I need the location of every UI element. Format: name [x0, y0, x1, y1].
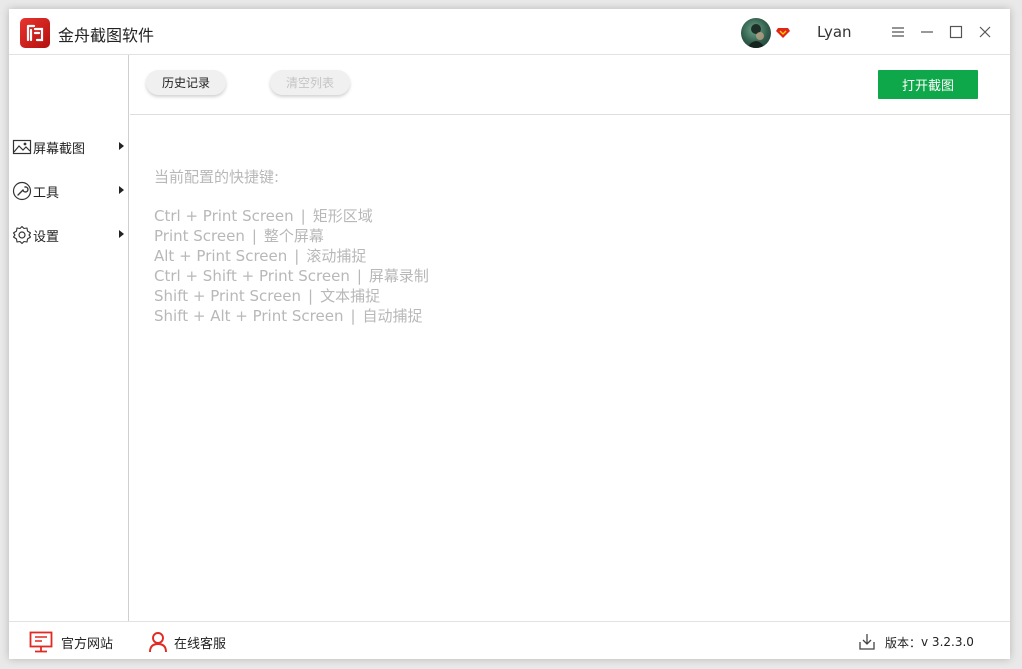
hotkey-action: 滚动捕捉 — [306, 247, 367, 265]
username-label[interactable]: Lyan — [817, 23, 852, 41]
official-website-link[interactable]: 官方网站 — [29, 631, 113, 653]
wrench-icon — [12, 181, 32, 201]
menu-button[interactable] — [886, 20, 910, 44]
sidebar-item-label: 工具 — [33, 186, 60, 201]
sidebar-item-settings[interactable]: 设置 — [9, 219, 129, 249]
hamburger-menu-icon — [892, 27, 904, 37]
version-label: 版本： — [885, 635, 922, 650]
list-item: Print Screen | 整个屏幕 — [154, 226, 429, 246]
chevron-right-icon — [119, 186, 124, 194]
sidebar-item-tools[interactable]: 工具 — [9, 175, 129, 205]
sidebar: 屏幕截图 工具 设置 — [9, 55, 129, 621]
app-window: 金舟截图软件 Lyan 屏幕截图 工具 设置 历史记录 清空列表 打开截图 当前… — [9, 9, 1010, 659]
sidebar-item-label: 屏幕截图 — [33, 142, 86, 157]
list-item: Alt + Print Screen | 滚动捕捉 — [154, 246, 429, 266]
hotkey-action: 文本捕捉 — [320, 287, 381, 305]
hotkey-list: Ctrl + Print Screen | 矩形区域 Print Screen | 整个… — [154, 206, 429, 326]
support-label: 在线客服 — [174, 636, 227, 652]
app-title: 金舟截图软件 — [58, 26, 155, 45]
hotkey-keys: Shift + Alt + Print Screen — [154, 307, 344, 325]
online-support-link[interactable]: 在线客服 — [148, 631, 226, 653]
hotkey-action: 屏幕录制 — [368, 267, 429, 285]
open-screenshot-button[interactable]: 打开截图 — [878, 70, 978, 99]
list-item: Shift + Print Screen | 文本捕捉 — [154, 286, 429, 306]
list-item: Ctrl + Shift + Print Screen | 屏幕录制 — [154, 266, 429, 286]
separator: | — [350, 307, 356, 325]
maximize-button[interactable] — [944, 20, 968, 44]
hotkey-action: 整个屏幕 — [263, 227, 324, 245]
separator: | — [308, 287, 314, 305]
hotkey-keys: Ctrl + Shift + Print Screen — [154, 267, 350, 285]
user-avatar[interactable] — [741, 18, 771, 48]
clear-list-button[interactable]: 清空列表 — [270, 70, 350, 95]
gear-icon — [12, 225, 32, 245]
download-icon — [859, 634, 875, 650]
website-label: 官方网站 — [61, 636, 114, 652]
status-bar: 官方网站 在线客服 版本： v 3.2.3.0 — [9, 621, 1010, 659]
hotkey-action: 自动捕捉 — [362, 307, 423, 325]
support-person-icon — [149, 632, 167, 653]
main-content: 当前配置的快捷键: Ctrl + Print Screen | 矩形区域 Print… — [130, 116, 1010, 621]
minimize-button[interactable] — [915, 20, 939, 44]
hotkey-keys: Alt + Print Screen — [154, 247, 288, 265]
separator: | — [251, 227, 257, 245]
sidebar-item-screenshot[interactable]: 屏幕截图 — [9, 131, 129, 161]
separator: | — [356, 267, 362, 285]
chevron-right-icon — [119, 142, 124, 150]
chevron-right-icon — [119, 230, 124, 238]
hotkey-hint-title: 当前配置的快捷键: — [154, 168, 280, 186]
history-button[interactable]: 历史记录 — [146, 70, 226, 95]
image-icon — [12, 137, 32, 157]
maximize-icon — [949, 25, 963, 39]
close-button[interactable] — [973, 20, 997, 44]
hotkey-keys: Ctrl + Print Screen — [154, 207, 294, 225]
vip-diamond-icon[interactable] — [775, 24, 791, 40]
monitor-icon — [29, 631, 53, 653]
sidebar-item-label: 设置 — [33, 230, 60, 245]
hotkey-action: 矩形区域 — [312, 207, 373, 225]
minimize-icon — [921, 31, 933, 33]
separator: | — [300, 207, 306, 225]
app-logo-icon — [20, 18, 50, 48]
hotkey-keys: Shift + Print Screen — [154, 287, 302, 305]
list-item: Ctrl + Print Screen | 矩形区域 — [154, 206, 429, 226]
list-item: Shift + Alt + Print Screen | 自动捕捉 — [154, 306, 429, 326]
separator: | — [294, 247, 300, 265]
toolbar: 历史记录 清空列表 打开截图 — [130, 55, 1010, 115]
hotkey-keys: Print Screen — [154, 227, 245, 245]
title-bar: 金舟截图软件 Lyan — [9, 9, 1010, 55]
version-info[interactable]: 版本： v 3.2.3.0 — [858, 631, 974, 653]
version-value: v 3.2.3.0 — [921, 635, 974, 649]
close-icon — [979, 26, 991, 38]
